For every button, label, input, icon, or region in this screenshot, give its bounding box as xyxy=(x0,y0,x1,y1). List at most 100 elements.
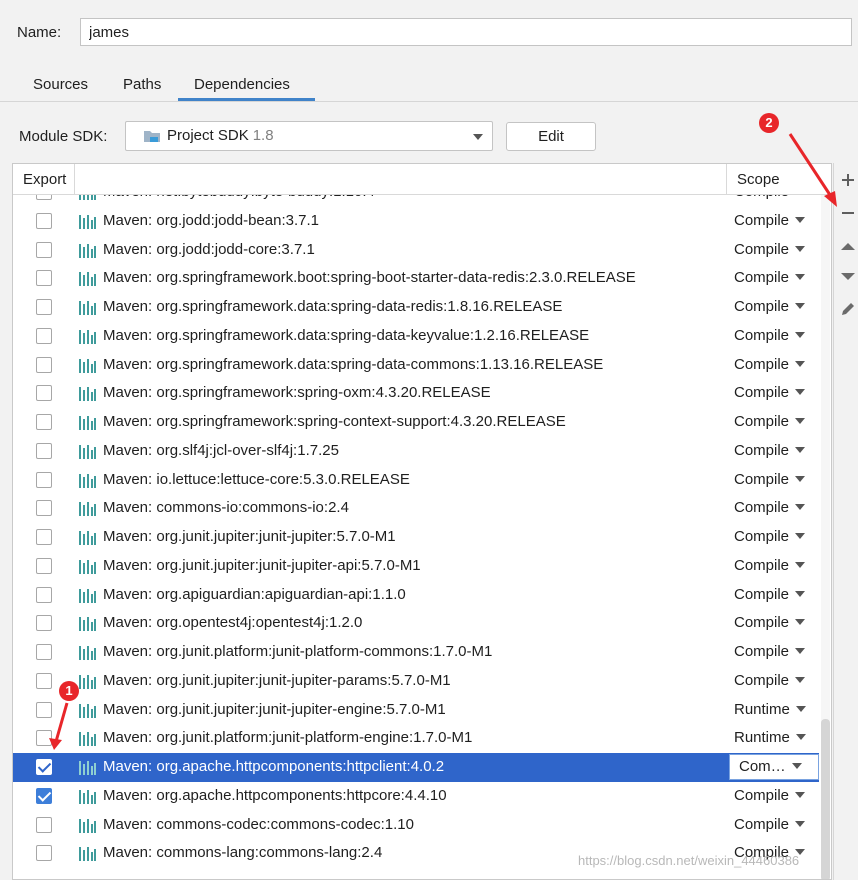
export-checkbox[interactable] xyxy=(36,270,52,287)
table-row[interactable]: Maven: org.springframework.boot:spring-b… xyxy=(13,264,819,293)
export-checkbox[interactable] xyxy=(36,212,52,229)
minus-icon[interactable] xyxy=(838,200,858,220)
scope-value: Compile xyxy=(734,326,790,344)
scope-dropdown[interactable]: Runtime xyxy=(734,729,806,746)
scope-dropdown[interactable]: Compile xyxy=(734,787,806,804)
table-row[interactable]: Maven: org.apache.httpcomponents:httpcli… xyxy=(13,753,819,782)
export-checkbox[interactable] xyxy=(36,471,52,488)
export-checkbox[interactable] xyxy=(36,529,52,545)
scope-dropdown[interactable]: Compile xyxy=(734,528,806,545)
tab-sources[interactable]: Sources xyxy=(33,76,88,93)
export-checkbox[interactable] xyxy=(36,299,52,315)
scope-dropdown[interactable]: Compile xyxy=(734,557,806,574)
table-row[interactable]: Maven: org.junit.jupiter:junit-jupiter-e… xyxy=(13,696,819,725)
table-row[interactable]: Maven: commons-io:commons-io:2.4 Compile xyxy=(13,494,819,523)
library-icon xyxy=(79,559,97,574)
library-icon xyxy=(79,761,97,775)
table-row[interactable]: Maven: org.opentest4j:opentest4j:1.2.0 Co… xyxy=(13,609,819,638)
library-icon xyxy=(79,416,97,430)
scope-dropdown[interactable]: Compile xyxy=(734,816,806,833)
scope-dropdown[interactable]: Compile xyxy=(734,384,806,401)
edit-button[interactable]: Edit xyxy=(506,122,596,151)
export-checkbox[interactable] xyxy=(36,356,52,373)
scope-dropdown[interactable]: Compile xyxy=(734,269,806,286)
export-checkbox[interactable] xyxy=(36,672,52,689)
scope-dropdown[interactable]: Compile xyxy=(734,413,806,430)
dependency-name: Maven: commons-codec:commons-codec:1.10 xyxy=(103,815,414,833)
export-checkbox[interactable] xyxy=(36,615,52,632)
table-row[interactable]: Maven: org.junit.platform:junit-platform… xyxy=(13,724,819,753)
export-checkbox[interactable] xyxy=(36,845,52,862)
table-row[interactable]: Maven: org.jodd:jodd-bean:3.7.1 Compile xyxy=(13,207,819,236)
table-row[interactable]: Maven: org.junit.platform:junit-platform… xyxy=(13,638,819,667)
library-icon xyxy=(79,272,97,287)
tab-paths[interactable]: Paths xyxy=(123,76,161,93)
table-row[interactable]: Maven: commons-codec:commons-codec:1.10 C… xyxy=(13,811,819,840)
header-export[interactable]: Export xyxy=(23,171,66,188)
scope-dropdown[interactable]: Compile xyxy=(734,672,806,689)
scope-dropdown[interactable]: Compile xyxy=(734,614,806,631)
scope-dropdown[interactable]: Compile xyxy=(734,212,806,229)
scope-dropdown[interactable]: Compile xyxy=(734,499,806,516)
export-checkbox[interactable] xyxy=(36,759,52,775)
table-row[interactable]: Maven: io.lettuce:lettuce-core:5.3.0.REL… xyxy=(13,466,819,495)
export-checkbox[interactable] xyxy=(36,701,52,718)
chevron-down-icon xyxy=(795,418,806,424)
export-checkbox[interactable] xyxy=(36,327,52,344)
module-sdk-select[interactable]: Project SDK 1.8 xyxy=(125,121,493,151)
table-row[interactable]: Maven: org.junit.jupiter:junit-jupiter-a… xyxy=(13,552,819,581)
table-row[interactable]: Maven: org.apache.httpcomponents:httpcor… xyxy=(13,782,819,811)
export-checkbox[interactable] xyxy=(36,586,52,603)
tab-dependencies[interactable]: Dependencies xyxy=(194,76,290,93)
scrollbar-thumb[interactable] xyxy=(821,719,830,879)
scope-dropdown[interactable]: Compile xyxy=(734,643,806,660)
scope-dropdown[interactable]: Compile xyxy=(734,298,806,315)
header-scope[interactable]: Scope xyxy=(737,171,780,188)
export-checkbox[interactable] xyxy=(36,500,52,517)
export-checkbox[interactable] xyxy=(36,414,52,430)
scope-dropdown[interactable]: Compile xyxy=(734,240,806,258)
scope-value: Com… xyxy=(739,758,786,775)
export-checkbox[interactable] xyxy=(36,816,52,833)
table-row[interactable]: Maven: net.bytebuddy:byte-buddy:1.10.4 Co… xyxy=(13,195,819,207)
scope-dropdown[interactable]: Compile xyxy=(734,442,806,459)
table-row[interactable]: Maven: org.apiguardian:apiguardian-api:1… xyxy=(13,581,819,610)
scope-dropdown[interactable]: Compile xyxy=(734,586,806,603)
library-icon xyxy=(79,646,97,660)
table-row[interactable]: Maven: org.springframework.data:spring-d… xyxy=(13,293,819,322)
scope-dropdown[interactable]: Com… xyxy=(729,754,819,780)
export-checkbox[interactable] xyxy=(36,195,52,200)
table-row[interactable]: Maven: org.springframework:spring-contex… xyxy=(13,408,819,437)
scope-value: Compile xyxy=(734,240,790,258)
table-row[interactable]: Maven: org.springframework.data:spring-d… xyxy=(13,351,819,380)
library-icon xyxy=(79,703,97,718)
dependency-name: Maven: org.springframework:spring-oxm:4.… xyxy=(103,384,491,402)
name-input[interactable] xyxy=(80,18,852,46)
export-checkbox[interactable] xyxy=(36,730,52,747)
arrow-up-icon[interactable] xyxy=(838,236,858,256)
table-row[interactable]: Maven: org.slf4j:jcl-over-slf4j:1.7.25 Co… xyxy=(13,437,819,466)
scope-dropdown[interactable]: Runtime xyxy=(734,701,806,718)
table-row[interactable]: Maven: org.jodd:jodd-core:3.7.1 Compile xyxy=(13,236,819,265)
scope-value: Runtime xyxy=(734,700,790,718)
scope-dropdown[interactable]: Compile xyxy=(734,195,805,200)
scope-dropdown[interactable]: Compile xyxy=(734,326,806,344)
export-checkbox[interactable] xyxy=(36,644,52,660)
scope-value: Compile xyxy=(734,470,790,488)
pencil-icon[interactable] xyxy=(838,299,858,319)
table-row[interactable]: Maven: org.junit.jupiter:junit-jupiter:5… xyxy=(13,523,819,552)
arrow-down-icon[interactable] xyxy=(838,266,858,286)
export-checkbox[interactable] xyxy=(36,385,52,402)
export-checkbox[interactable] xyxy=(36,442,52,459)
plus-icon[interactable] xyxy=(838,170,858,190)
table-row[interactable]: Maven: org.springframework:spring-oxm:4.… xyxy=(13,379,819,408)
chevron-down-icon xyxy=(795,245,806,252)
export-checkbox[interactable] xyxy=(36,557,52,574)
export-checkbox[interactable] xyxy=(36,241,52,258)
export-checkbox[interactable] xyxy=(36,787,52,804)
scope-dropdown[interactable]: Compile xyxy=(734,356,806,373)
table-row[interactable]: Maven: org.springframework.data:spring-d… xyxy=(13,322,819,351)
table-row[interactable]: Maven: org.junit.jupiter:junit-jupiter-p… xyxy=(13,667,819,696)
chevron-down-icon xyxy=(791,763,802,769)
scope-dropdown[interactable]: Compile xyxy=(734,470,806,488)
